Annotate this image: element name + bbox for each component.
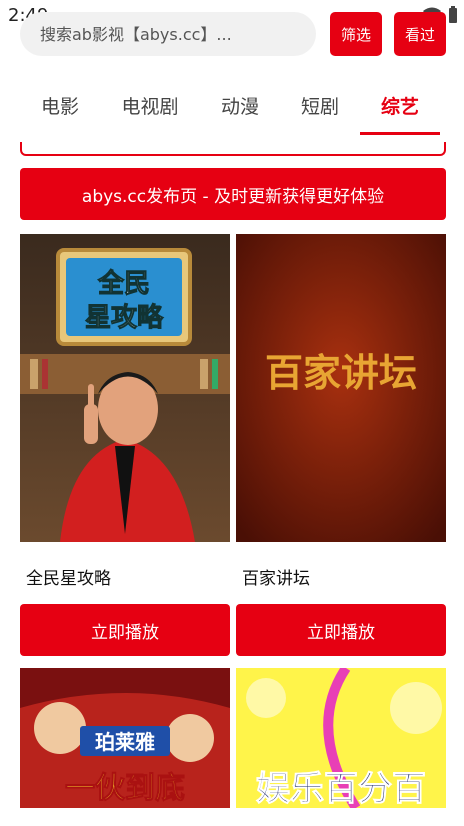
video-card[interactable]: 百家讲坛 百家讲坛 立即播放 bbox=[236, 234, 446, 656]
history-button[interactable]: 看过 bbox=[394, 12, 446, 56]
search-input[interactable] bbox=[40, 24, 300, 44]
tab-short-drama[interactable]: 短剧 bbox=[280, 92, 360, 119]
tab-movie[interactable]: 电影 bbox=[20, 92, 100, 119]
search-box[interactable] bbox=[20, 12, 316, 56]
active-tab-indicator bbox=[360, 132, 440, 135]
svg-text:娱乐百分百: 娱乐百分百 bbox=[256, 769, 426, 808]
poster-image[interactable]: 珀莱雅 一伙到底 bbox=[20, 668, 230, 808]
play-button[interactable]: 立即播放 bbox=[236, 604, 446, 656]
svg-text:星攻略: 星攻略 bbox=[85, 302, 164, 333]
battery-icon bbox=[449, 6, 457, 23]
svg-text:珀莱雅: 珀莱雅 bbox=[95, 730, 155, 754]
card-title: 全民星攻略 bbox=[26, 569, 111, 589]
poster-image[interactable]: 全民 星攻略 bbox=[20, 234, 230, 542]
tab-variety[interactable]: 综艺 bbox=[360, 92, 440, 119]
svg-text:全民: 全民 bbox=[97, 268, 150, 299]
video-card[interactable]: 全民 星攻略 全民星攻略 立即播放 bbox=[20, 234, 230, 656]
tab-anime[interactable]: 动漫 bbox=[200, 92, 280, 119]
svg-text:百家讲坛: 百家讲坛 bbox=[265, 350, 417, 395]
category-tabs: 电影 电视剧 动漫 短剧 综艺 bbox=[0, 80, 464, 136]
poster-image[interactable]: 百家讲坛 bbox=[236, 234, 446, 542]
filter-button[interactable]: 筛选 bbox=[330, 12, 382, 56]
play-button[interactable]: 立即播放 bbox=[20, 604, 230, 656]
card-title: 百家讲坛 bbox=[242, 569, 310, 589]
svg-text:一伙到底: 一伙到底 bbox=[65, 771, 185, 806]
scrolled-content-edge bbox=[20, 142, 446, 156]
poster-image[interactable]: 娱乐百分百 bbox=[236, 668, 446, 808]
tab-tv-series[interactable]: 电视剧 bbox=[110, 92, 190, 119]
release-page-banner[interactable]: abys.cc发布页 - 及时更新获得更好体验 bbox=[20, 168, 446, 220]
